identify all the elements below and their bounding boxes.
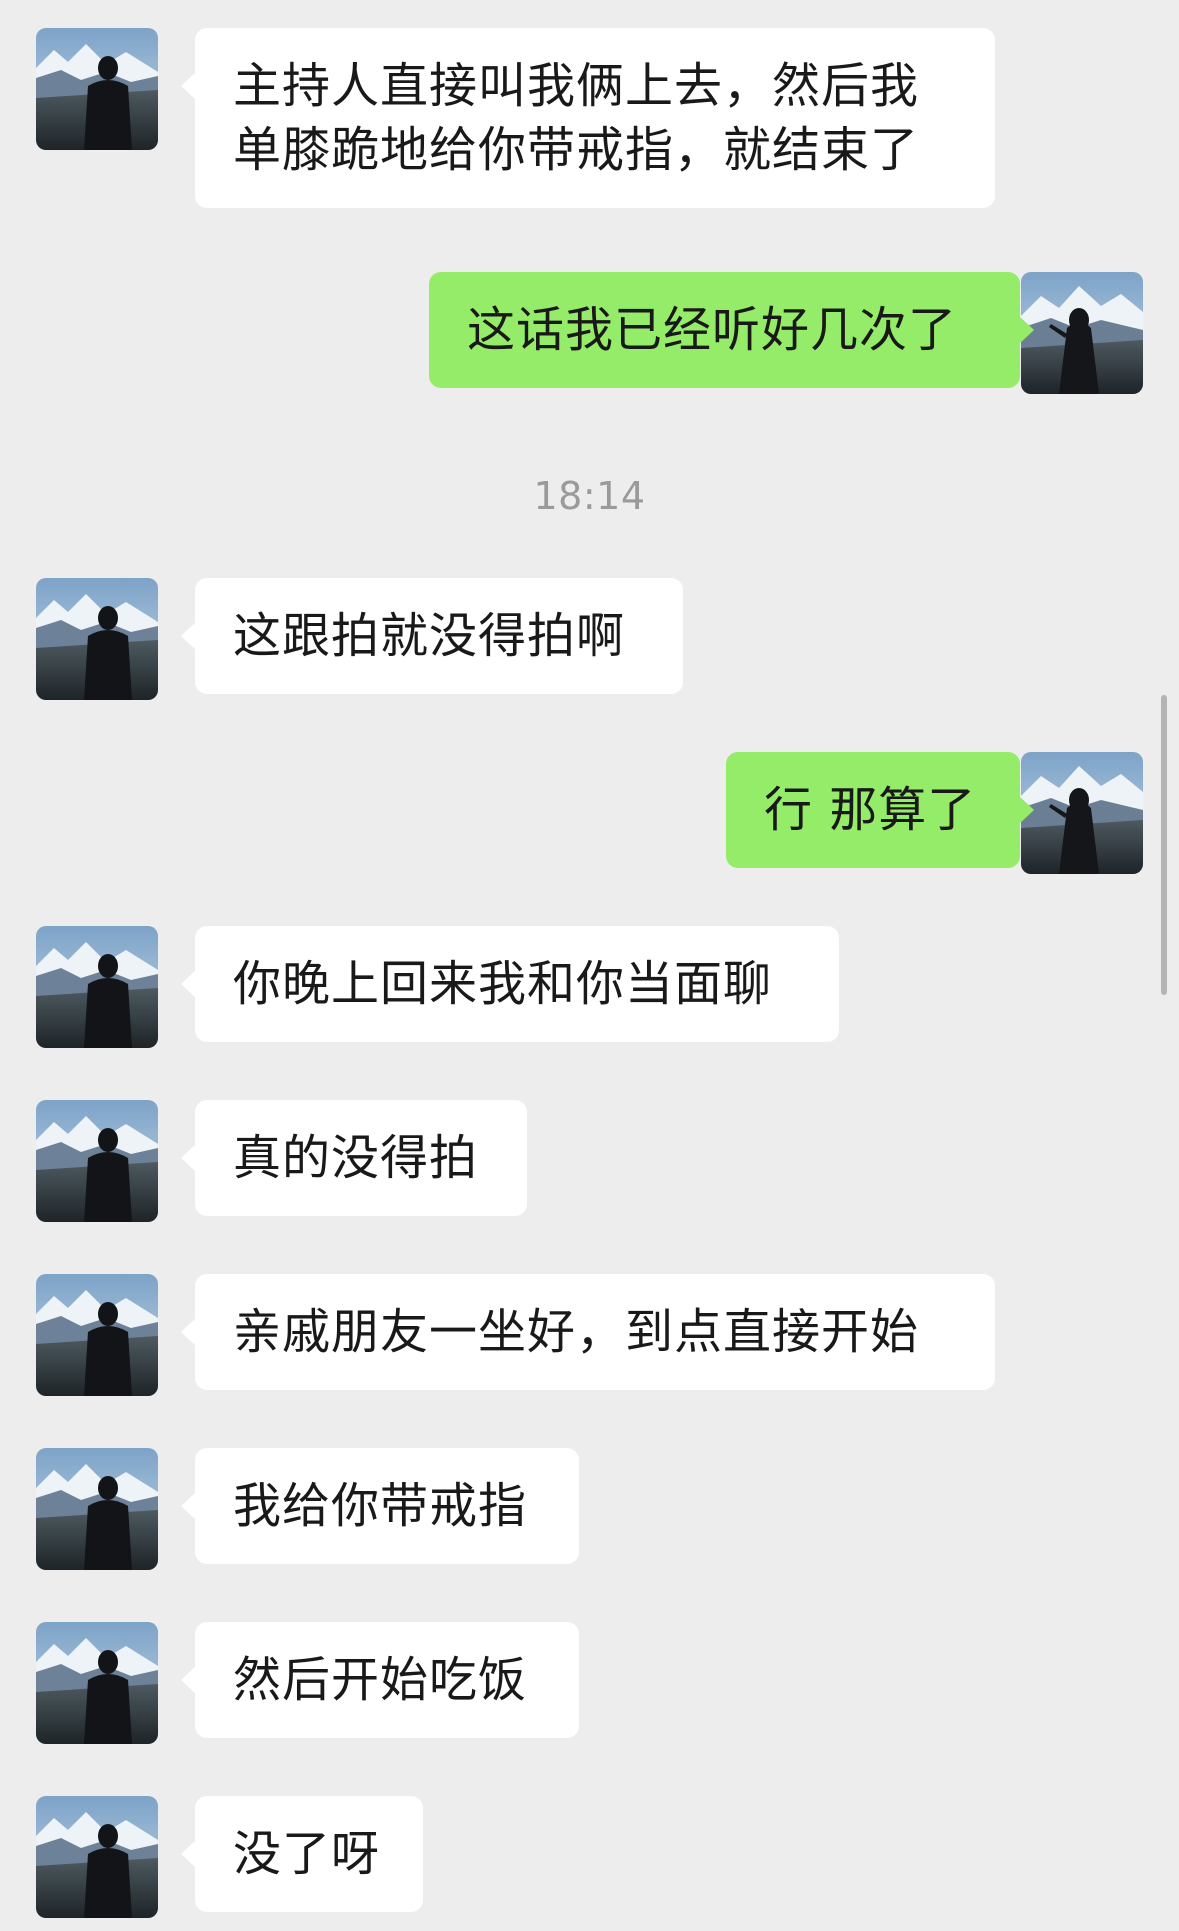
message-bubble[interactable]: 你晚上回来我和你当面聊: [181, 926, 839, 1042]
message-bubble[interactable]: 我给你带戒指: [181, 1448, 579, 1564]
message-bubble[interactable]: 主持人直接叫我俩上去，然后我 单膝跪地给你带戒指，就结束了: [181, 28, 995, 208]
message-bubble[interactable]: 没了呀: [181, 1796, 423, 1912]
contact-avatar-icon[interactable]: [36, 1622, 158, 1744]
message-bubble[interactable]: 然后开始吃饭: [181, 1622, 579, 1738]
contact-avatar-icon[interactable]: [36, 578, 158, 700]
message-bubble[interactable]: 这跟拍就没得拍啊: [181, 578, 683, 694]
scrollbar[interactable]: [1161, 695, 1167, 995]
message-bubble[interactable]: 这话我已经听好几次了: [429, 272, 1034, 388]
contact-avatar-icon[interactable]: [36, 926, 158, 1048]
self-avatar-icon[interactable]: [1021, 752, 1143, 874]
message-timestamp: 18:14: [533, 474, 646, 518]
contact-avatar-icon[interactable]: [36, 1100, 158, 1222]
chat-message-list[interactable]: 主持人直接叫我俩上去，然后我 单膝跪地给你带戒指，就结束了 这话我已经听好几次了…: [0, 0, 1179, 1931]
contact-avatar-icon[interactable]: [36, 28, 158, 150]
contact-avatar-icon[interactable]: [36, 1796, 158, 1918]
self-avatar-icon[interactable]: [1021, 272, 1143, 394]
message-bubble[interactable]: 行 那算了: [726, 752, 1034, 868]
message-bubble[interactable]: 亲戚朋友一坐好，到点直接开始: [181, 1274, 995, 1390]
contact-avatar-icon[interactable]: [36, 1448, 158, 1570]
message-bubble[interactable]: 真的没得拍: [181, 1100, 527, 1216]
contact-avatar-icon[interactable]: [36, 1274, 158, 1396]
